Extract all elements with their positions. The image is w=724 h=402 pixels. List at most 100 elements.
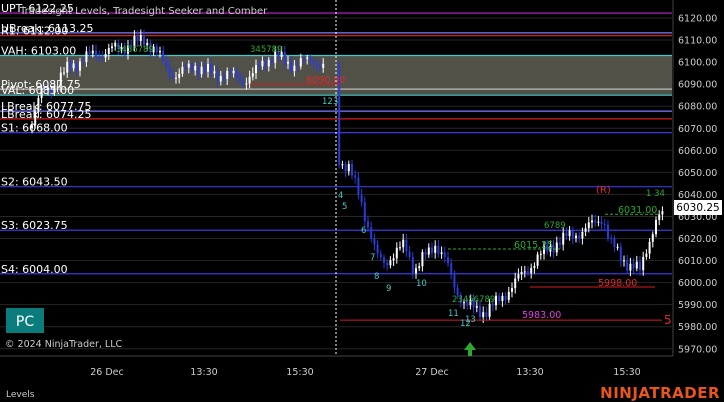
candle-body <box>171 74 174 79</box>
candle-body <box>591 220 593 223</box>
green-level-label: 6015.25 <box>514 240 553 251</box>
candle-body <box>69 61 72 69</box>
candle-body <box>424 252 427 255</box>
candle-body <box>389 260 392 266</box>
comber-count: 10 <box>416 279 427 289</box>
candle-body <box>203 66 206 72</box>
candle-body <box>539 253 542 255</box>
candle-body <box>184 66 187 68</box>
candle-body <box>607 224 609 238</box>
candle-body <box>408 251 411 258</box>
time-axis[interactable]: 26 Dec 13:30 15:30 27 Dec 13:30 15:30 <box>90 367 640 378</box>
candle-body <box>610 237 613 239</box>
candle-body <box>383 257 385 263</box>
level-label-s2: S2: 6043.50 <box>1 176 68 189</box>
candle-body <box>344 164 347 172</box>
candle-body <box>581 231 584 239</box>
candle-body <box>613 238 616 248</box>
candle-body <box>363 202 366 222</box>
candle-body <box>347 164 350 172</box>
candle-body <box>453 274 456 288</box>
candle-body <box>498 295 501 302</box>
level-label-lbreak2: LBreak: 6074.25 <box>1 108 92 121</box>
candle-body <box>251 73 254 77</box>
candle-body <box>555 242 558 253</box>
candle-body <box>571 230 574 239</box>
r-marker: (R) <box>596 185 611 196</box>
candle-body <box>600 221 603 225</box>
candle-body <box>603 224 606 226</box>
candle-body <box>111 46 113 49</box>
five-marker: 5 <box>664 313 672 327</box>
candle-body <box>485 312 488 317</box>
candle-body <box>242 80 245 84</box>
candle-body <box>402 239 405 248</box>
candle-body <box>443 252 446 258</box>
candle-body <box>85 51 88 62</box>
candle-body <box>248 76 251 84</box>
comber-count: 11 <box>448 309 459 319</box>
candle-body <box>315 64 318 66</box>
chart-canvas[interactable]: UPT: 6122.25UBreak: 6113.25R1: 6112.00VA… <box>0 0 724 402</box>
tab-levels[interactable]: Levels <box>6 390 35 400</box>
candle-body <box>210 63 213 74</box>
candle-body <box>95 50 97 57</box>
candle-body <box>303 58 305 60</box>
comber-count: 6 <box>361 226 366 236</box>
candle-body <box>418 266 421 269</box>
candle-body <box>379 253 382 258</box>
candle-body <box>495 295 497 306</box>
candle-body <box>271 59 273 63</box>
candle-body <box>319 65 321 68</box>
price-axis[interactable]: 6120.00 6110.00 6100.00 6090.00 6080.00 6070.… <box>678 14 717 356</box>
candle-body <box>287 61 289 64</box>
candle-body <box>357 177 360 195</box>
candle-body <box>507 291 510 300</box>
candle-body <box>568 230 571 237</box>
candle-body <box>290 61 293 72</box>
candle-body <box>376 244 379 254</box>
candle-body <box>399 247 401 249</box>
comber-count: 4 <box>338 191 343 201</box>
candle-body <box>159 50 161 53</box>
candle-body <box>517 274 520 279</box>
candle-body <box>187 63 190 68</box>
red-level-label: 6090.00 <box>306 75 345 86</box>
candle-body <box>191 63 193 71</box>
candle-body <box>479 306 481 318</box>
candle-body <box>98 56 101 58</box>
level-label-s3: S3: 6023.75 <box>1 219 68 232</box>
level-labels: UPT: 6122.25UBreak: 6113.25R1: 6112.00VA… <box>1 2 93 276</box>
price-tick-label: 6110.00 <box>678 36 717 47</box>
candle-body <box>437 245 440 255</box>
price-tick-label: 6020.00 <box>678 234 717 245</box>
seeker-count: 3456789 <box>116 45 154 55</box>
seeker-count: 23456789 <box>452 295 495 305</box>
candle-body <box>101 56 104 58</box>
candle-body <box>616 246 619 248</box>
candle-body <box>66 61 69 73</box>
candle-body <box>651 234 654 242</box>
candle-body <box>575 235 577 239</box>
candle-body <box>523 271 526 273</box>
candle-body <box>578 235 581 239</box>
time-tick-label: 13:30 <box>516 367 543 378</box>
candle-body <box>155 46 158 53</box>
candle-body <box>219 75 222 82</box>
candle-body <box>261 60 264 67</box>
time-tick-label: 15:30 <box>613 367 640 378</box>
candle-body <box>655 219 657 235</box>
candle-body <box>415 268 417 274</box>
candle-body <box>629 263 632 271</box>
candle-body <box>386 262 389 266</box>
copyright: © 2024 NinjaTrader, LLC <box>5 339 122 350</box>
candle-body <box>587 222 590 229</box>
candle-body <box>431 247 433 253</box>
candle-body <box>139 35 142 41</box>
candle-body <box>306 57 309 59</box>
price-tick-label: 6080.00 <box>678 102 717 113</box>
candle-body <box>527 271 529 274</box>
seeker-count: 345789 <box>250 45 282 55</box>
candle-body <box>88 51 91 54</box>
price-tick-label: 5970.00 <box>678 344 717 355</box>
